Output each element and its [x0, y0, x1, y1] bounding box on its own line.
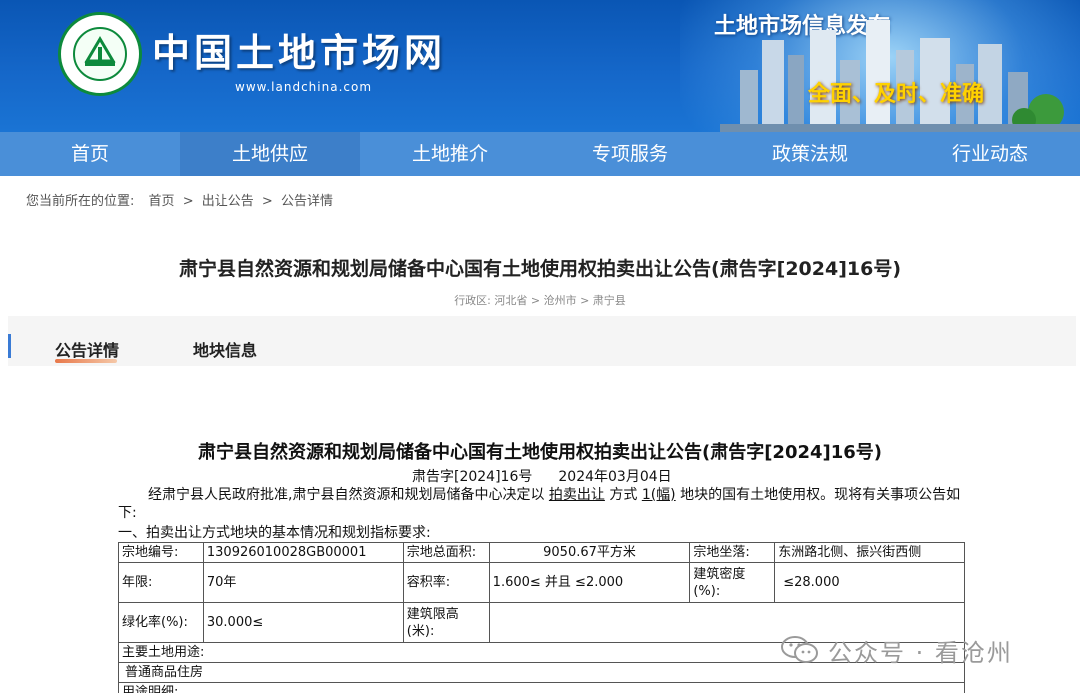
site-header: 中国土地市场网 www.landchina.com 土地市场信息发布 全面、及时… [0, 0, 1080, 132]
breadcrumb: 您当前所在的位置: 首页 > 出让公告 > 公告详情 [26, 190, 337, 209]
tab-bar-marker [8, 334, 11, 358]
breadcrumb-separator: > [182, 194, 194, 209]
table-cell: 130926010028GB00001 [202, 542, 404, 563]
intro-text-b: 方式 [604, 487, 642, 503]
table-cell: 9050.67平方米 [488, 542, 691, 563]
table-row: 宗地编号: 130926010028GB00001 宗地总面积: 9050.67… [118, 542, 965, 563]
announcement-meta: 肃告字[2024]16号 2024年03月04日 [412, 466, 672, 486]
page-title: 肃宁县自然资源和规划局储备中心国有土地使用权拍卖出让公告(肃告字[2024]16… [178, 258, 902, 280]
breadcrumb-separator: > [261, 194, 273, 209]
active-tab-indicator [55, 359, 117, 363]
main-nav: 首页 土地供应 土地推介 专项服务 政策法规 行业动态 [0, 132, 1080, 176]
intro-count: 1(幅) [641, 487, 676, 503]
table-cell: 东洲路北侧、振兴街西侧 [774, 542, 965, 563]
table-cell: ≤28.000 [774, 562, 965, 603]
tab-notice-details[interactable]: 公告详情 [55, 337, 119, 361]
watermark: 公众号 · 看沧州 [780, 632, 1013, 668]
scales-icon [84, 36, 116, 66]
nav-item-industry-news[interactable]: 行业动态 [900, 132, 1080, 176]
nav-item-policy[interactable]: 政策法规 [720, 132, 900, 176]
table-cell: 70年 [202, 562, 404, 603]
table-cell: 用途明细: [118, 682, 965, 693]
table-row: 年限: 70年 容积率: 1.600≤ 并且 ≤2.000 建筑密度(%): ≤… [118, 562, 965, 603]
table-cell: 建筑密度(%): [689, 562, 776, 603]
nav-item-land-promotion[interactable]: 土地推介 [360, 132, 540, 176]
breadcrumb-label: 您当前所在的位置: [26, 194, 135, 209]
intro-method: 拍卖出让 [548, 487, 605, 503]
breadcrumb-notices-link[interactable]: 出让公告 [202, 194, 254, 209]
table-cell: 宗地编号: [118, 542, 204, 563]
table-cell: 容积率: [402, 562, 490, 603]
region-path: 行政区: 河北省 > 沧州市 > 肃宁县 [454, 294, 626, 307]
table-cell: 1.600≤ 并且 ≤2.000 [488, 562, 691, 603]
intro-text-a: 经肃宁县人民政府批准,肃宁县自然资源和规划局储备中心决定以 [148, 487, 549, 503]
slogan-bottom: 全面、及时、准确 [808, 82, 985, 107]
watermark-text: 公众号 · 看沧州 [828, 638, 1013, 667]
table-cell: 绿化率(%): [118, 602, 204, 643]
nav-item-land-supply[interactable]: 土地供应 [180, 132, 360, 176]
site-logo[interactable] [58, 12, 142, 96]
table-cell: 年限: [118, 562, 204, 603]
tab-parcel-info[interactable]: 地块信息 [193, 337, 257, 361]
section-heading: 一、拍卖出让方式地块的基本情况和规划指标要求: [118, 525, 431, 541]
table-cell: 30.000≤ [202, 602, 404, 643]
table-cell: 宗地坐落: [689, 542, 776, 563]
breadcrumb-current: 公告详情 [280, 194, 333, 209]
announcement-date: 2024年03月04日 [558, 469, 672, 485]
announcement-title: 肃宁县自然资源和规划局储备中心国有土地使用权拍卖出让公告(肃告字[2024]16… [197, 442, 883, 463]
announcement-doc-no: 肃告字[2024]16号 [412, 469, 533, 485]
site-name: 中国土地市场网 [152, 30, 447, 75]
parcel-table: 宗地编号: 130926010028GB00001 宗地总面积: 9050.67… [118, 542, 966, 693]
tab-bar: 公告详情 地块信息 [8, 316, 1076, 366]
wechat-icon [780, 635, 820, 665]
nav-item-special-services[interactable]: 专项服务 [540, 132, 720, 176]
table-row: 用途明细: [118, 682, 965, 693]
city-skyline-image [720, 20, 1080, 132]
site-url: www.landchina.com [235, 80, 373, 94]
table-cell: 宗地总面积: [402, 542, 490, 563]
table-cell: 建筑限高(米): [402, 602, 490, 643]
breadcrumb-home-link[interactable]: 首页 [149, 194, 175, 209]
announcement-intro: 经肃宁县人民政府批准,肃宁县自然资源和规划局储备中心决定以 拍卖出让 方式 1(… [118, 486, 966, 522]
logo-emblem [73, 27, 127, 81]
nav-item-home[interactable]: 首页 [0, 132, 180, 176]
